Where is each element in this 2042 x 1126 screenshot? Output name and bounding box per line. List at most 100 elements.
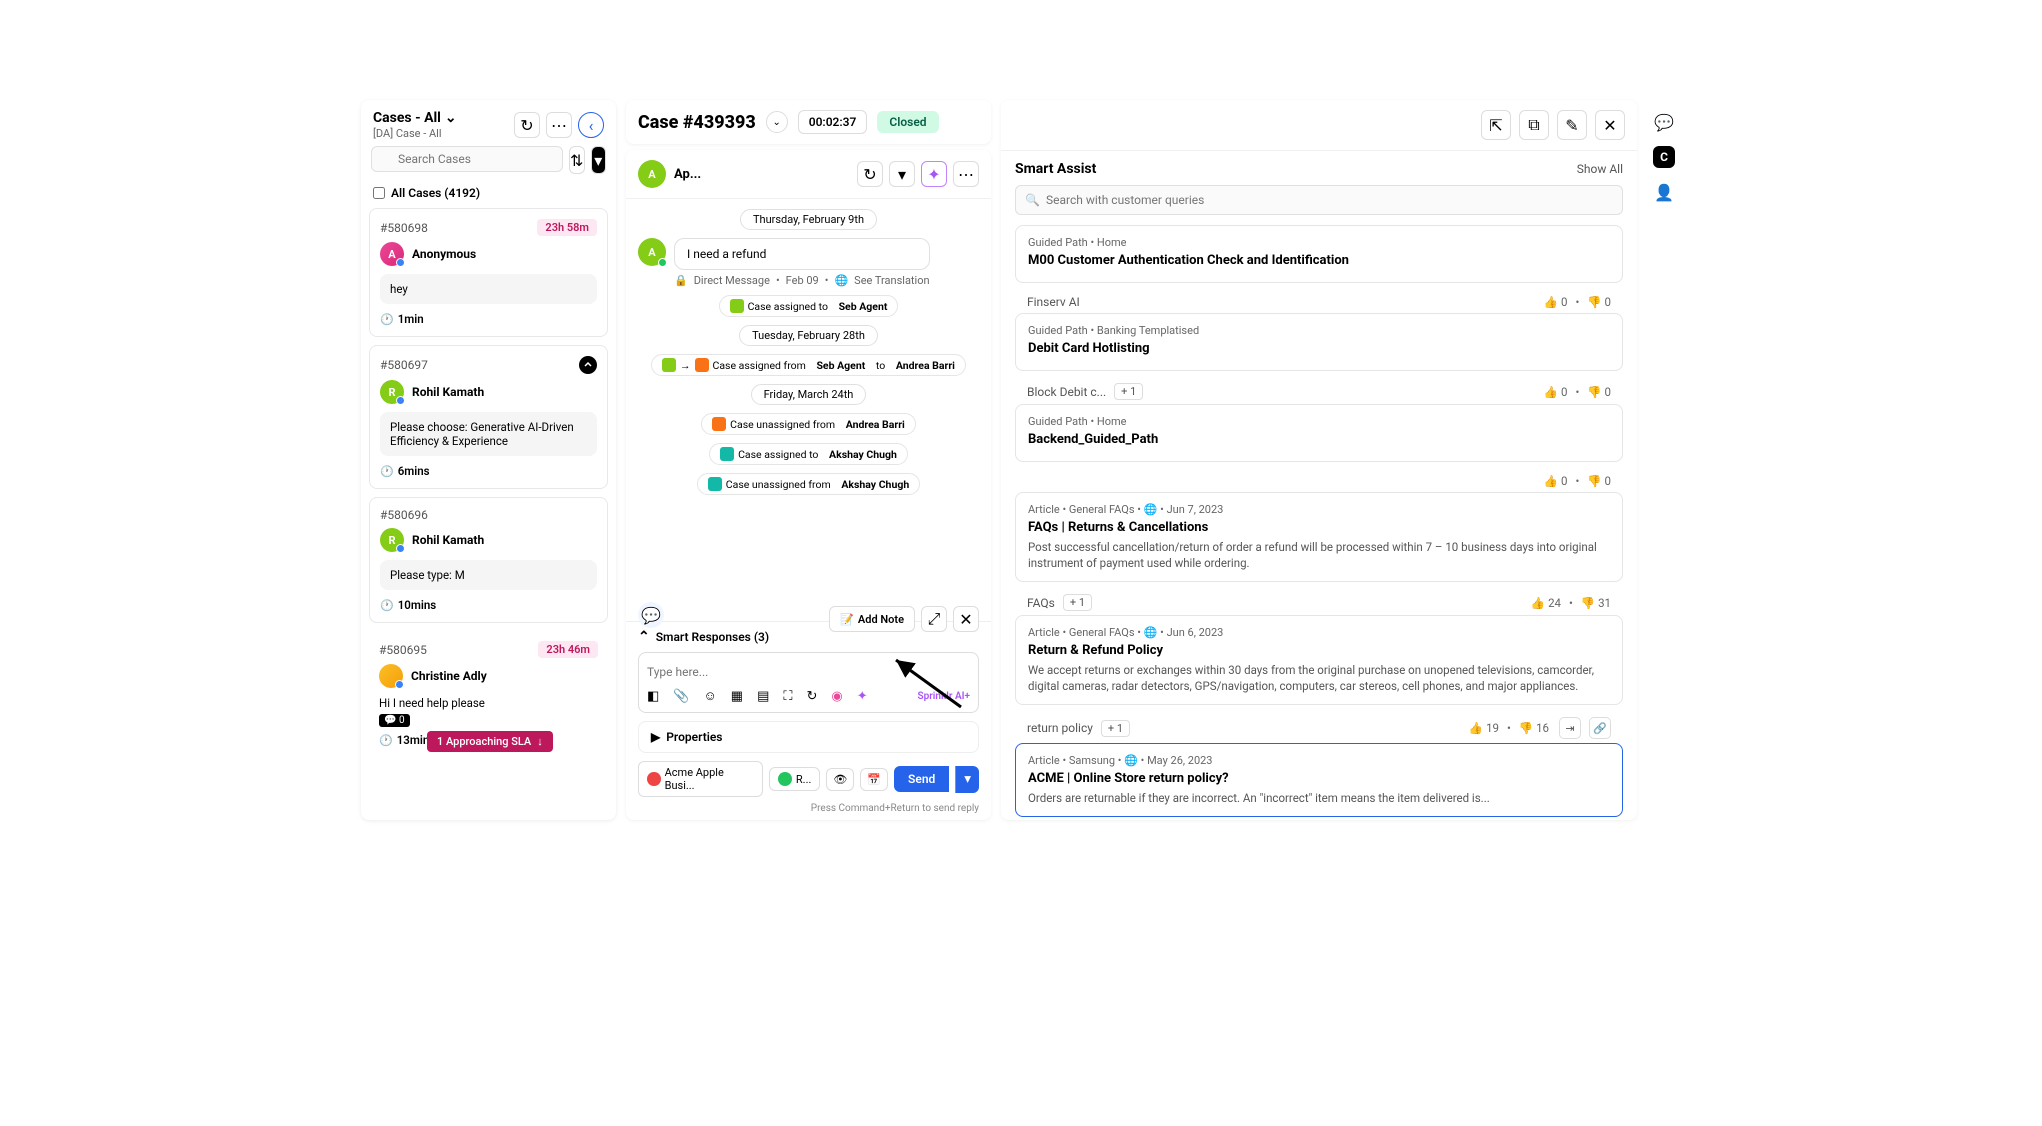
reply-type-chip[interactable]: R... [769, 767, 820, 791]
case-message: Hi I need help please [379, 696, 598, 710]
article-card[interactable]: Guided Path • Home Backend_Guided_Path [1015, 404, 1623, 462]
refresh-compose-icon[interactable]: ↻ [806, 689, 817, 704]
attachment-icon[interactable]: 📎 [673, 689, 689, 704]
thumbs-up-icon[interactable]: 👍 0 [1544, 295, 1568, 309]
fullscreen-icon[interactable]: ⛶ [783, 689, 792, 704]
article-title: Debit Card Hotlisting [1028, 341, 1610, 356]
article-meta: Article • General FAQs • 🌐 • Jun 7, 2023 [1028, 503, 1610, 516]
more-chip[interactable]: + 1 [1101, 720, 1130, 737]
article-card[interactable]: Guided Path • Home M00 Customer Authenti… [1015, 225, 1623, 283]
refresh-button[interactable]: ↻ [514, 112, 540, 138]
close-assist-button[interactable]: ✕ [1595, 110, 1625, 140]
article-title: M00 Customer Authentication Check and Id… [1028, 253, 1610, 268]
assist-search-input[interactable] [1015, 185, 1623, 215]
c-rail-icon[interactable]: C [1653, 146, 1675, 168]
expand-thread-button[interactable]: ⤢ [921, 606, 947, 632]
thumbs-down-icon[interactable]: 👎 0 [1587, 474, 1611, 488]
avatar: A [638, 238, 666, 266]
sparkle-icon[interactable]: ✦ [857, 689, 868, 704]
article-card[interactable]: Guided Path • Banking Templatised Debit … [1015, 313, 1623, 371]
refresh-thread-button[interactable]: ↻ [857, 161, 883, 187]
date-separator: Thursday, February 9th [740, 209, 877, 230]
case-card[interactable]: #580696 R Rohil Kamath Please type: M 10… [369, 497, 608, 623]
clock-icon [379, 733, 393, 747]
article-meta: Guided Path • Banking Templatised [1028, 324, 1610, 337]
message-meta: 🔒 Direct Message • Feb 09 • 🌐 See Transl… [674, 274, 930, 287]
format-icon[interactable]: ◧ [647, 689, 659, 704]
thumbs-up-icon[interactable]: 👍 0 [1544, 385, 1568, 399]
article-card[interactable]: Article • Samsung • 🌐 • May 26, 2023 ACM… [1015, 743, 1623, 817]
cases-title[interactable]: Cases - All [373, 110, 514, 126]
send-button[interactable]: Send [894, 766, 949, 792]
ai-compose-icon[interactable]: ◉ [831, 689, 842, 704]
date-separator: Tuesday, February 28th [739, 325, 878, 346]
duplicate-button[interactable]: ⧉ [1519, 110, 1549, 140]
clock-icon [380, 598, 394, 612]
more-chip[interactable]: + 1 [1063, 594, 1092, 611]
ai-sparkle-button[interactable]: ✦ [921, 161, 947, 187]
gif-icon[interactable]: ▦ [731, 689, 743, 704]
assist-topbar: ⇱ ⧉ ✎ ✕ [1001, 100, 1637, 151]
more-button[interactable]: ⋯ [546, 112, 572, 138]
thumbs-down-icon[interactable]: 👎 0 [1587, 385, 1611, 399]
profile-rail-icon[interactable]: 👤 [1652, 180, 1676, 204]
template-icon[interactable]: ▤ [757, 689, 769, 704]
all-cases-checkbox[interactable] [373, 187, 385, 199]
article-footer: Block Debit c... + 1 👍 0 • 👎 0 [1015, 379, 1623, 404]
properties-toggle[interactable]: ▶ Properties [638, 721, 979, 753]
link-article-button[interactable]: 🔗 [1589, 717, 1611, 739]
system-event: → Case assigned from Seb Agent to Andrea… [651, 354, 966, 376]
message-row: A I need a refund 🔒 Direct Message • Feb… [638, 238, 979, 287]
article-meta: Guided Path • Home [1028, 236, 1610, 249]
right-rail: 💬 C 👤 [1647, 100, 1681, 820]
article-body: Post successful cancellation/return of o… [1028, 539, 1610, 571]
add-note-button[interactable]: 📝 Add Note [829, 606, 915, 632]
chat-channel-icon[interactable]: 💬 [638, 602, 664, 628]
article-card[interactable]: Article • General FAQs • 🌐 • Jun 6, 2023… [1015, 615, 1623, 705]
close-thread-button[interactable]: ✕ [953, 606, 979, 632]
article-title: FAQs | Returns & Cancellations [1028, 520, 1610, 535]
export-button[interactable]: ⇱ [1481, 110, 1511, 140]
see-translation-link[interactable]: See Translation [854, 274, 929, 287]
system-event: Case assigned to Akshay Chugh [709, 443, 908, 465]
case-user: Christine Adly [411, 669, 487, 683]
message-thread: Thursday, February 9th A I need a refund… [626, 199, 991, 621]
show-all-link[interactable]: Show All [1577, 162, 1623, 176]
wand-button[interactable]: ✎ [1557, 110, 1587, 140]
emoji-icon[interactable]: ☺ [703, 688, 716, 704]
visibility-chip[interactable]: 👁 [826, 768, 854, 791]
thumbs-down-icon[interactable]: 👎 16 [1519, 721, 1549, 735]
case-card[interactable]: #580695 23h 46m Christine Adly Hi I need… [369, 631, 608, 747]
assist-list: Guided Path • Home M00 Customer Authenti… [1001, 225, 1637, 820]
article-footer: 👍 0 • 👎 0 [1015, 470, 1623, 492]
sort-button[interactable]: ⇅ [569, 146, 585, 174]
account-chip[interactable]: Acme Apple Busi... [638, 761, 763, 797]
thumbs-up-icon[interactable]: 👍 19 [1469, 721, 1499, 735]
case-dropdown[interactable]: ⌄ [766, 111, 788, 133]
article-meta: Guided Path • Home [1028, 415, 1610, 428]
case-user: Rohil Kamath [412, 533, 484, 547]
thumbs-up-icon[interactable]: 👍 24 [1531, 596, 1561, 610]
article-meta: Article • General FAQs • 🌐 • Jun 6, 2023 [1028, 626, 1610, 639]
compose-input[interactable] [647, 665, 970, 679]
thumbs-down-icon[interactable]: 👎 31 [1581, 596, 1611, 610]
thread-more-button[interactable]: ⋯ [953, 161, 979, 187]
more-chip[interactable]: + 1 [1114, 383, 1143, 400]
expand-icon[interactable] [579, 356, 597, 374]
chat-rail-icon[interactable]: 💬 [1652, 110, 1676, 134]
thumbs-down-icon[interactable]: 👎 0 [1587, 295, 1611, 309]
filter-thread-button[interactable]: ▾ [889, 161, 915, 187]
send-dropdown[interactable]: ▾ [955, 766, 979, 793]
insert-article-button[interactable]: ⇥ [1559, 717, 1581, 739]
article-footer: Finserv AI 👍 0 • 👎 0 [1015, 291, 1623, 313]
schedule-chip[interactable]: 📅 [860, 768, 888, 791]
collapse-panel-button[interactable]: ‹ [578, 112, 604, 138]
filter-button[interactable]: ▾ [591, 146, 607, 174]
all-cases-toggle[interactable]: All Cases (4192) [361, 182, 616, 208]
search-cases-input[interactable] [371, 146, 563, 172]
article-card[interactable]: Article • General FAQs • 🌐 • Jun 7, 2023… [1015, 492, 1623, 582]
approaching-sla-badge[interactable]: 1 Approaching SLA ↓ [427, 731, 553, 752]
thumbs-up-icon[interactable]: 👍 0 [1544, 474, 1568, 488]
case-card[interactable]: #580698 23h 58m A Anonymous hey 1min [369, 208, 608, 337]
case-card[interactable]: #580697 R Rohil Kamath Please choose: Ge… [369, 345, 608, 489]
